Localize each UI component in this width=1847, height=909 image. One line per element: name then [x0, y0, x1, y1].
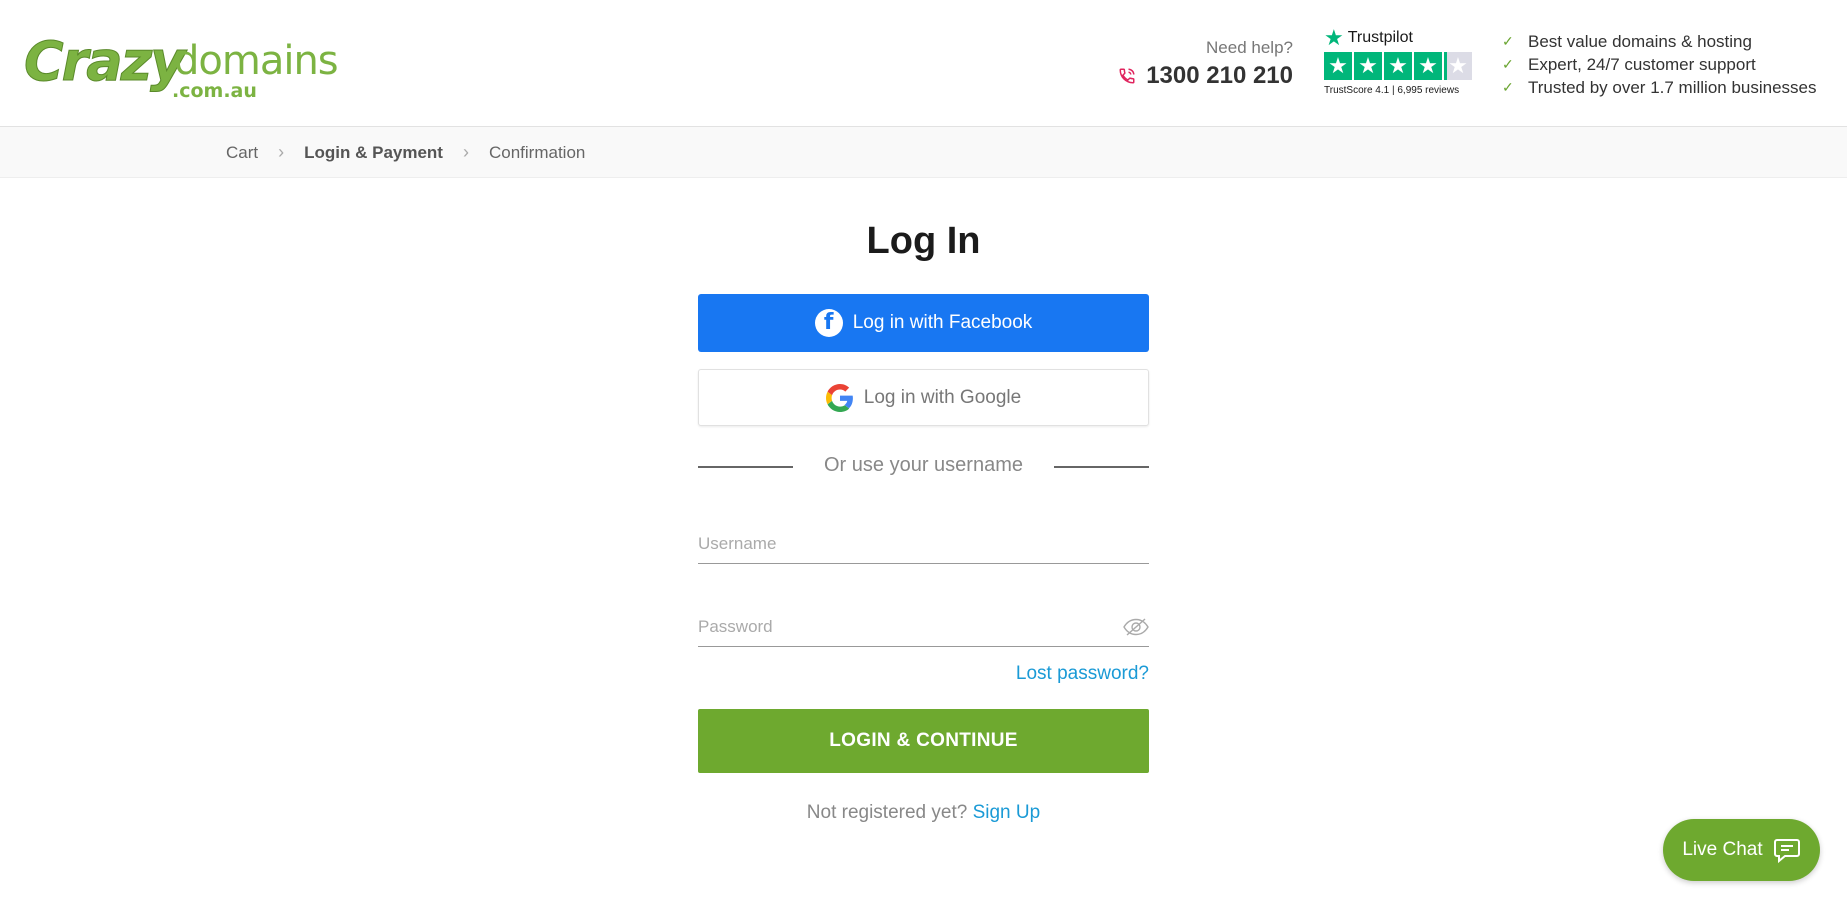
- password-field: [698, 612, 1149, 647]
- page-title: Log In: [866, 220, 981, 262]
- star-icon: ★: [1324, 52, 1352, 80]
- site-header: Crazy domains .com.au Need help? 1300 21…: [0, 0, 1847, 127]
- logo-crazy-text: Crazy: [23, 30, 185, 94]
- chevron-right-icon: ›: [278, 142, 285, 162]
- usp-item: ✓ Best value domains & hosting: [1502, 30, 1817, 53]
- trustpilot-label: Trustpilot: [1347, 29, 1413, 46]
- not-registered-text: Not registered yet?: [806, 802, 968, 823]
- need-help-label: Need help?: [1206, 38, 1293, 57]
- facebook-login-button[interactable]: f Log in with Facebook: [698, 294, 1149, 352]
- live-chat-label: Live Chat: [1682, 839, 1763, 860]
- facebook-icon: f: [814, 309, 843, 337]
- trustpilot-star-icon: ★: [1324, 25, 1344, 50]
- checkout-breadcrumb: Cart › Login & Payment › Confirmation: [0, 127, 1847, 178]
- breadcrumb-confirmation: Confirmation: [488, 142, 586, 162]
- phone-number: 1300 210 210: [1146, 62, 1293, 89]
- usp-item: ✓ Expert, 24/7 customer support: [1502, 53, 1817, 76]
- lost-password-link[interactable]: Lost password?: [1016, 663, 1149, 685]
- google-login-button[interactable]: Log in with Google: [698, 369, 1149, 426]
- logo-domains-text: domains: [174, 38, 339, 84]
- usp-text: Best value domains & hosting: [1528, 31, 1752, 51]
- eye-slash-icon[interactable]: [1123, 616, 1149, 638]
- check-icon: ✓: [1502, 56, 1514, 72]
- login-continue-button[interactable]: LOGIN & CONTINUE: [698, 709, 1149, 773]
- star-icon: ★: [1354, 52, 1382, 80]
- logo-tld-text: .com.au: [172, 80, 257, 102]
- divider-line: [1054, 466, 1149, 468]
- trustpilot-widget[interactable]: ★ Trustpilot ★ ★ ★ ★ ★ TrustScore 4.1 | …: [1324, 25, 1474, 96]
- check-icon: ✓: [1502, 79, 1514, 95]
- google-icon: [825, 383, 853, 412]
- breadcrumb-cart[interactable]: Cart: [226, 143, 258, 163]
- trustpilot-brand: ★ Trustpilot: [1324, 25, 1474, 50]
- google-login-label: Log in with Google: [863, 386, 1022, 408]
- signup-prompt: Not registered yet? Sign Up: [0, 802, 1847, 824]
- usp-item: ✓ Trusted by over 1.7 million businesses: [1502, 76, 1817, 99]
- sign-up-link[interactable]: Sign Up: [973, 802, 1041, 823]
- or-divider: Or use your username: [698, 452, 1149, 482]
- username-field: [698, 529, 1149, 564]
- password-input[interactable]: [698, 612, 1149, 642]
- help-contact: Need help? 1300 210 210: [1118, 38, 1293, 90]
- chevron-right-icon: ›: [462, 142, 469, 162]
- facebook-login-label: Log in with Facebook: [852, 312, 1033, 333]
- chat-bubble-icon: [1773, 839, 1800, 864]
- usp-text: Expert, 24/7 customer support: [1528, 54, 1756, 74]
- check-icon: ✓: [1502, 33, 1514, 49]
- phone-icon: [1119, 68, 1135, 84]
- usp-list: ✓ Best value domains & hosting ✓ Expert,…: [1502, 30, 1817, 99]
- star-icon: ★: [1384, 52, 1412, 80]
- live-chat-button[interactable]: Live Chat: [1663, 819, 1820, 881]
- usp-text: Trusted by over 1.7 million businesses: [1528, 77, 1817, 97]
- star-partial-icon: ★: [1444, 52, 1472, 80]
- trustpilot-stars: ★ ★ ★ ★ ★: [1324, 52, 1474, 80]
- username-input[interactable]: [698, 529, 1149, 559]
- phone-number-link[interactable]: 1300 210 210: [1118, 62, 1293, 90]
- star-icon: ★: [1414, 52, 1442, 80]
- breadcrumb-login-payment: Login & Payment: [304, 142, 443, 162]
- trustscore-text: TrustScore 4.1 | 6,995 reviews: [1324, 85, 1460, 96]
